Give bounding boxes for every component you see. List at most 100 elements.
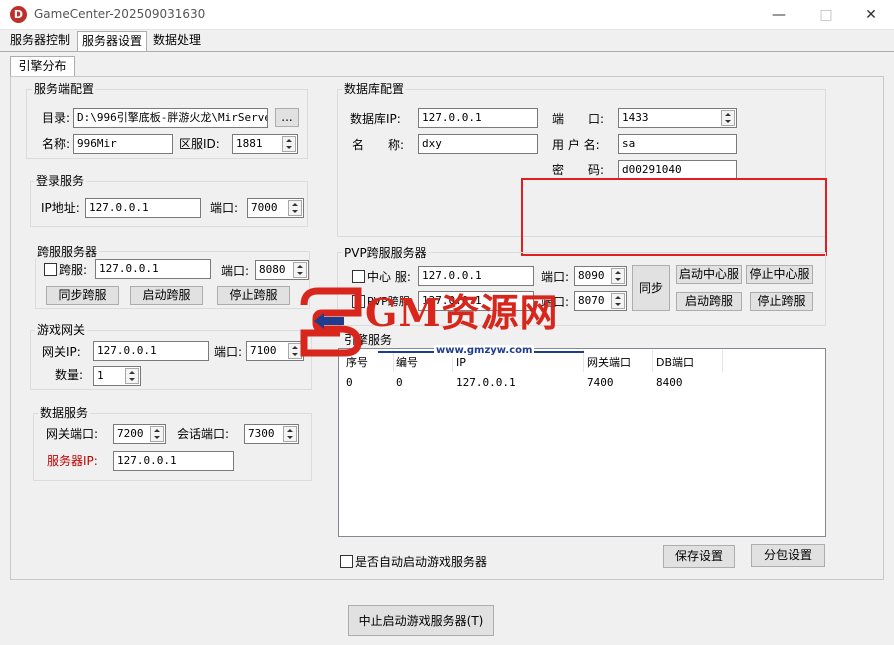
table-cell[interactable]: 127.0.0.1 xyxy=(456,376,516,390)
tab-engine-distribution[interactable]: 引擎分布 xyxy=(10,56,75,76)
db-password-label: 密 码: xyxy=(552,163,605,177)
stop-center-button[interactable]: 停止中心服 xyxy=(746,265,813,284)
spin-arrows-icon[interactable] xyxy=(125,368,139,384)
auto-start-label: 是否自动启动游戏服务器 xyxy=(355,555,488,569)
session-port-stepper[interactable]: 7300 xyxy=(244,424,299,444)
spin-arrows-icon[interactable] xyxy=(288,343,302,359)
pvp-center-checkbox[interactable] xyxy=(352,270,365,283)
minimize-button[interactable]: — xyxy=(756,0,802,30)
close-button[interactable]: ✕ xyxy=(848,0,894,30)
pvp-cross-port-stepper[interactable]: 8070 xyxy=(574,291,627,311)
pvp-center-label: 中心 服: xyxy=(367,270,411,284)
stop-start-server-button[interactable]: 中止启动游戏服务器(T) xyxy=(348,605,494,636)
pvp-title: PVP跨服服务器 xyxy=(342,246,429,260)
pvp-cross-checkbox[interactable] xyxy=(352,295,365,308)
db-name-input[interactable]: dxy xyxy=(418,134,538,154)
login-port-label: 端口: xyxy=(210,201,239,215)
spin-arrows-icon[interactable] xyxy=(288,200,302,216)
db-ip-label: 数据库IP: xyxy=(350,112,401,126)
data-service-title: 数据服务 xyxy=(38,406,91,420)
table-cell[interactable]: 7400 xyxy=(587,376,614,390)
pvp-center-port-label: 端口: xyxy=(541,270,570,284)
server-ip-label: 服务器IP: xyxy=(47,454,98,468)
maximize-button[interactable]: □ xyxy=(803,0,849,30)
login-ip-input[interactable]: 127.0.0.1 xyxy=(85,198,201,218)
login-ip-label: IP地址: xyxy=(41,201,80,215)
save-settings-button[interactable]: 保存设置 xyxy=(663,545,735,568)
db-user-label: 用 户 名: xyxy=(552,138,600,152)
dir-label: 目录: xyxy=(42,111,71,125)
col-header-index[interactable]: 序号 xyxy=(346,356,368,370)
app-icon: D xyxy=(10,6,27,23)
zone-id-stepper[interactable]: 1881 xyxy=(232,134,298,154)
spin-arrows-icon[interactable] xyxy=(721,110,735,126)
spin-arrows-icon[interactable] xyxy=(611,293,625,309)
gateway-port-label: 端口: xyxy=(214,345,243,359)
col-divider xyxy=(652,350,653,372)
start-pvp-cross-button[interactable]: 启动跨服 xyxy=(676,292,742,311)
col-divider xyxy=(393,350,394,372)
tab-server-control[interactable]: 服务器控制 xyxy=(6,31,74,51)
pvp-group xyxy=(337,252,826,326)
col-header-number[interactable]: 编号 xyxy=(396,356,418,370)
gateway-count-stepper[interactable]: 1 xyxy=(93,366,141,386)
db-user-input[interactable]: sa xyxy=(618,134,737,154)
gw-port-label: 网关端口: xyxy=(46,427,99,441)
server-config-title: 服务端配置 xyxy=(32,82,97,96)
gateway-port-stepper[interactable]: 7100 xyxy=(246,341,304,361)
spin-arrows-icon[interactable] xyxy=(282,136,296,152)
login-port-stepper[interactable]: 7000 xyxy=(247,198,304,218)
spin-arrows-icon[interactable] xyxy=(283,426,297,442)
session-port-value: 7300 xyxy=(248,427,275,440)
cross-port-label: 端口: xyxy=(221,264,250,278)
table-cell[interactable]: 8400 xyxy=(656,376,683,390)
db-ip-input[interactable]: 127.0.0.1 xyxy=(418,108,538,128)
zone-id-value: 1881 xyxy=(236,137,263,150)
db-port-stepper[interactable]: 1433 xyxy=(618,108,737,128)
gateway-ip-input[interactable]: 127.0.0.1 xyxy=(93,341,209,361)
split-settings-button[interactable]: 分包设置 xyxy=(751,544,825,567)
spin-arrows-icon[interactable] xyxy=(150,426,164,442)
start-center-button[interactable]: 启动中心服 xyxy=(676,265,742,284)
col-header-gateway-port[interactable]: 网关端口 xyxy=(587,356,631,370)
cross-server-title: 跨服服务器 xyxy=(35,245,100,259)
spin-arrows-icon[interactable] xyxy=(293,262,307,278)
pvp-cross-port-value: 8070 xyxy=(578,294,605,307)
table-cell[interactable]: 0 xyxy=(396,376,403,390)
col-header-db-port[interactable]: DB端口 xyxy=(656,356,694,370)
table-cell[interactable]: 0 xyxy=(346,376,353,390)
name-input[interactable]: 996Mir xyxy=(73,134,173,154)
db-password-input[interactable]: d00291040 xyxy=(618,160,737,180)
cross-server-checkbox[interactable] xyxy=(44,263,57,276)
db-port-value: 1433 xyxy=(622,111,649,124)
auto-start-checkbox[interactable] xyxy=(340,555,353,568)
zone-id-label: 区服ID: xyxy=(179,137,220,151)
col-divider xyxy=(583,350,584,372)
tab-server-settings[interactable]: 服务器设置 xyxy=(77,31,148,52)
pvp-cross-port-label: 端口: xyxy=(541,295,570,309)
sync-cross-button[interactable]: 同步跨服 xyxy=(46,286,119,305)
db-port-label: 端 口: xyxy=(552,112,605,126)
gw-port-stepper[interactable]: 7200 xyxy=(113,424,166,444)
gateway-count-label: 数量: xyxy=(55,368,84,382)
pvp-center-port-stepper[interactable]: 8090 xyxy=(574,266,627,286)
stop-cross-button[interactable]: 停止跨服 xyxy=(217,286,290,305)
pvp-sync-button[interactable]: 同步 xyxy=(632,265,670,311)
pvp-center-ip-input[interactable]: 127.0.0.1 xyxy=(418,266,534,286)
browse-button[interactable]: ... xyxy=(275,108,299,127)
cross-port-stepper[interactable]: 8080 xyxy=(255,260,309,280)
gateway-count-value: 1 xyxy=(97,369,104,382)
start-cross-button[interactable]: 启动跨服 xyxy=(130,286,203,305)
stop-pvp-cross-button[interactable]: 停止跨服 xyxy=(750,292,813,311)
engine-service-list[interactable] xyxy=(338,348,826,537)
server-ip-input[interactable]: 127.0.0.1 xyxy=(113,451,234,471)
col-header-ip[interactable]: IP xyxy=(456,356,466,370)
dir-input[interactable]: D:\996引擎底板-胖游火龙\MirServer xyxy=(73,108,268,128)
name-label: 名称: xyxy=(42,137,71,151)
pvp-cross-ip-input[interactable]: 127.0.0.1 xyxy=(418,291,534,311)
spin-arrows-icon[interactable] xyxy=(611,268,625,284)
tab-data-processing[interactable]: 数据处理 xyxy=(149,31,205,51)
gateway-port-value: 7100 xyxy=(250,344,277,357)
pvp-center-port-value: 8090 xyxy=(578,269,605,282)
cross-ip-input[interactable]: 127.0.0.1 xyxy=(95,259,211,279)
